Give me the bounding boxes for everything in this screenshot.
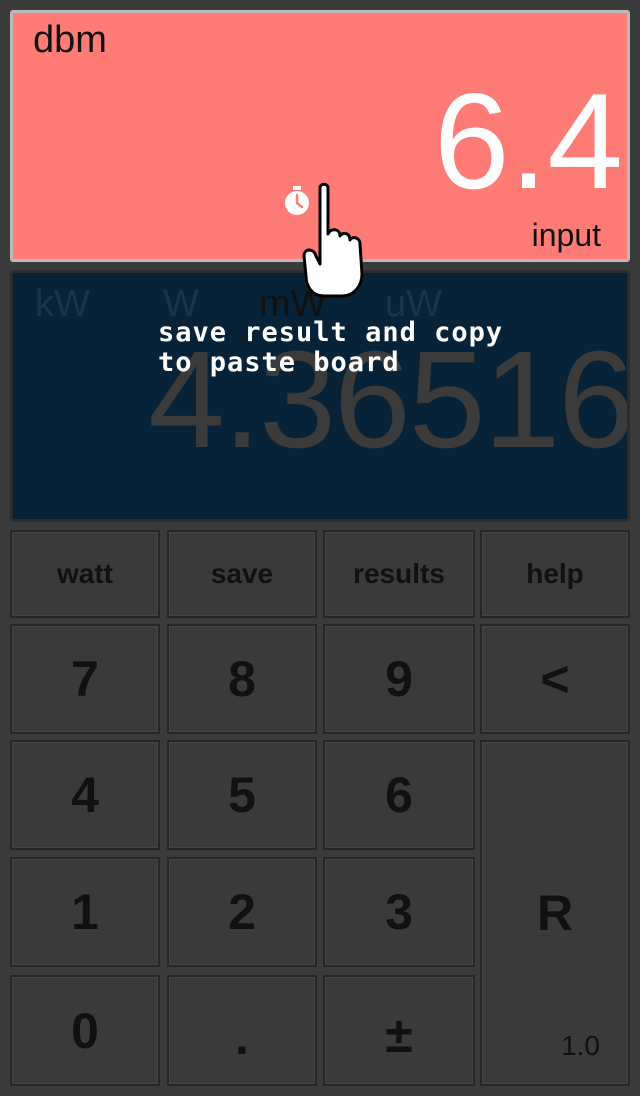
digit-5-button[interactable]: 5 xyxy=(167,740,317,850)
unit-tab-kw[interactable]: kW xyxy=(35,283,90,326)
hint-text: save result and copy to paste board xyxy=(158,317,504,378)
input-caption: input xyxy=(531,217,601,253)
help-button[interactable]: help xyxy=(480,530,630,618)
decimal-point-button[interactable]: . xyxy=(167,975,317,1086)
digit-6-button[interactable]: 6 xyxy=(323,740,475,850)
digit-1-button[interactable]: 1 xyxy=(10,857,160,967)
input-unit-label: dbm xyxy=(33,19,107,61)
digit-9-button[interactable]: 9 xyxy=(323,624,475,734)
tap-hand-icon xyxy=(302,182,364,298)
sign-toggle-button[interactable]: ± xyxy=(323,975,475,1086)
digit-8-button[interactable]: 8 xyxy=(167,624,317,734)
digit-7-button[interactable]: 7 xyxy=(10,624,160,734)
input-value: 6.4 xyxy=(433,65,623,217)
result-panel[interactable]: kW W mW uW 4.36516 xyxy=(10,270,630,522)
version-label: 1.0 xyxy=(561,1030,600,1061)
digit-3-button[interactable]: 3 xyxy=(323,857,475,967)
reset-button[interactable]: R 1.0 xyxy=(480,740,630,1086)
calculator-app: dbm 6.4 input kW W mW uW 4.36516 save re… xyxy=(0,0,640,1096)
reset-button-label: R xyxy=(536,885,574,941)
save-button[interactable]: save xyxy=(167,530,317,618)
digit-2-button[interactable]: 2 xyxy=(167,857,317,967)
digit-0-button[interactable]: 0 xyxy=(10,975,160,1086)
digit-4-button[interactable]: 4 xyxy=(10,740,160,850)
results-button[interactable]: results xyxy=(323,530,475,618)
backspace-button[interactable]: < xyxy=(480,624,630,734)
watt-button[interactable]: watt xyxy=(10,530,160,618)
